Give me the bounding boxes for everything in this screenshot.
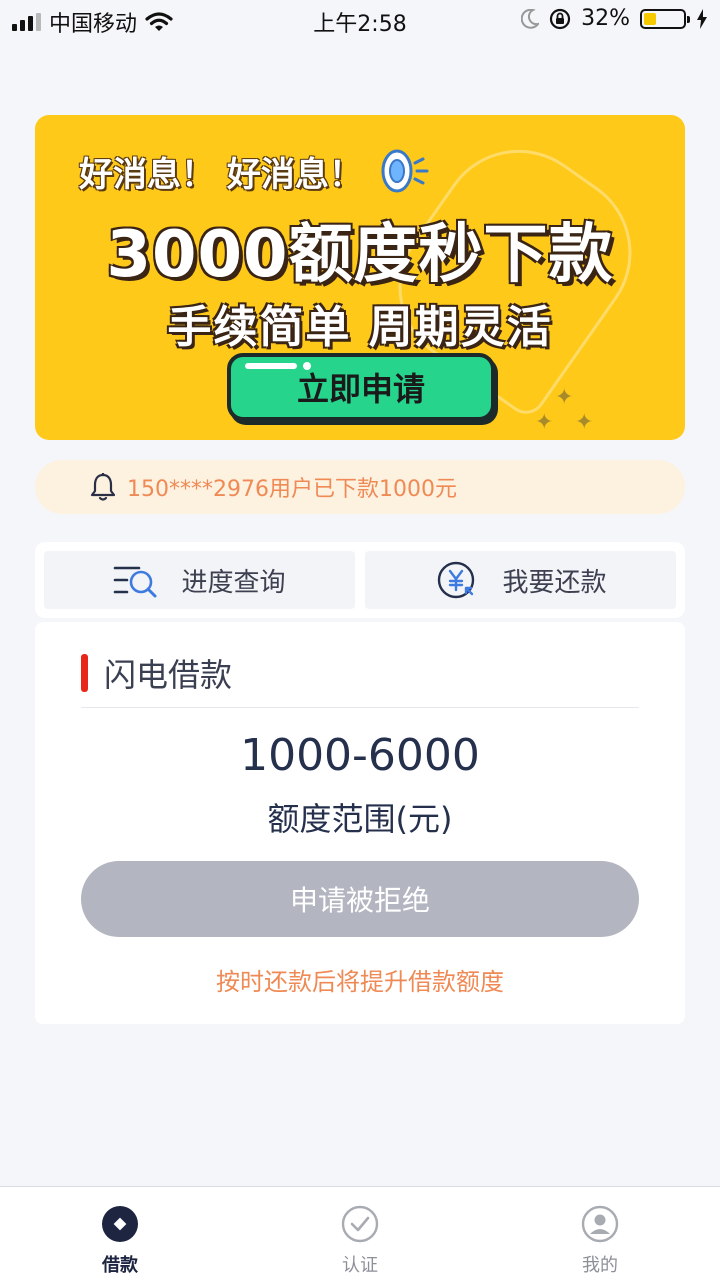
apply-now-button[interactable]: 立即申请 xyxy=(227,353,495,421)
tab-loan-label: 借款 xyxy=(102,1255,138,1276)
tab-mine[interactable]: 我的 xyxy=(480,1187,720,1280)
repay-yen-icon xyxy=(438,561,475,599)
banner-top-line: 好消息！ 好消息！ xyxy=(79,145,429,197)
cta-dot xyxy=(303,362,311,370)
sparkle-icon: ✦ xyxy=(555,385,574,410)
quick-actions: 进度查询 我要还款 xyxy=(35,542,685,618)
loan-card: 闪电借款 1000-6000 额度范围(元) 申请被拒绝 按时还款后将提升借款额… xyxy=(35,622,685,1024)
loan-card-title: 闪电借款 xyxy=(104,656,233,694)
banner-headline: 3000额度秒下款 xyxy=(106,218,614,292)
cta-shine xyxy=(245,363,297,369)
loan-icon xyxy=(102,1206,138,1242)
rotation-lock-icon xyxy=(549,8,571,29)
moon-icon xyxy=(521,8,540,29)
tab-verify-label: 认证 xyxy=(342,1255,378,1276)
notice-text: 150****2976用户已下款1000元 xyxy=(127,477,457,502)
progress-query-button[interactable]: 进度查询 xyxy=(44,551,355,609)
tab-loan[interactable]: 借款 xyxy=(0,1187,240,1280)
notice-bar: 150****2976用户已下款1000元 xyxy=(35,460,685,514)
charging-icon xyxy=(697,8,707,29)
user-icon xyxy=(581,1205,619,1243)
tab-bar: 借款 认证 我的 xyxy=(0,1186,720,1280)
banner-top-text: 好消息！ 好消息！ xyxy=(79,154,363,195)
progress-query-label: 进度查询 xyxy=(181,567,286,598)
sparkle-icon: ✦ xyxy=(575,410,594,435)
divider xyxy=(81,707,639,708)
check-circle-icon xyxy=(341,1205,379,1243)
megaphone-icon xyxy=(381,149,429,193)
repay-hint: 按时还款后将提升借款额度 xyxy=(216,968,504,996)
application-rejected-button[interactable]: 申请被拒绝 xyxy=(81,861,639,937)
sparkle-icon: ✦ xyxy=(535,410,554,435)
loan-card-header: 闪电借款 xyxy=(81,650,232,696)
bell-icon xyxy=(90,473,116,501)
apply-now-label: 立即申请 xyxy=(296,370,425,408)
battery-level xyxy=(644,12,657,25)
battery-percent: 32% xyxy=(581,6,630,31)
banner-subline: 手续简单 周期灵活 xyxy=(167,302,553,353)
tab-verify[interactable]: 认证 xyxy=(240,1187,480,1280)
progress-search-icon xyxy=(114,566,157,598)
status-right: 32% xyxy=(521,6,708,31)
repay-label: 我要还款 xyxy=(502,567,607,598)
repay-button[interactable]: 我要还款 xyxy=(365,551,676,609)
promo-banner[interactable]: ✦ ✦ ✦ 好消息！ 好消息！ 3000额度秒下款 手续简单 周期灵活 立即申请 xyxy=(35,115,685,440)
amount-range: 1000-6000 xyxy=(240,730,480,781)
title-accent-bar xyxy=(81,654,88,692)
status-bar: 中国移动 上午2:58 32% xyxy=(0,0,720,40)
tab-mine-label: 我的 xyxy=(582,1255,618,1276)
amount-range-label: 额度范围(元) xyxy=(267,800,453,838)
battery-icon xyxy=(640,8,690,29)
